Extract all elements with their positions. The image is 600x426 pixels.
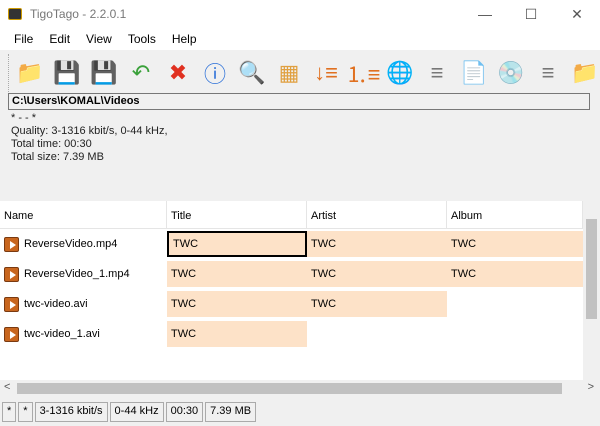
save-all-button[interactable]: 💾 bbox=[89, 58, 119, 88]
save-icon: 💾 bbox=[53, 60, 81, 85]
column-header-name[interactable]: Name bbox=[0, 201, 167, 228]
status-time: 00:30 bbox=[165, 402, 204, 422]
scroll-right-arrow[interactable]: > bbox=[588, 381, 594, 393]
total-time-text: Total time: 00:30 bbox=[11, 138, 92, 150]
status-size: 7.39 MB bbox=[205, 402, 257, 422]
web-tags-icon: 🌐 bbox=[386, 60, 414, 85]
web-tags-button[interactable]: 🌐 bbox=[385, 58, 415, 88]
info-button[interactable]: ⓘ bbox=[200, 58, 230, 88]
album-cell[interactable]: TWC bbox=[447, 231, 583, 257]
file-name: ReverseVideo_1.mp4 bbox=[24, 268, 130, 280]
video-file-icon bbox=[4, 326, 19, 342]
horizontal-scrollbar[interactable]: < > bbox=[0, 380, 600, 397]
file-name: ReverseVideo.mp4 bbox=[24, 238, 118, 250]
file-name: twc-video.avi bbox=[24, 298, 88, 310]
close-button[interactable]: ✕ bbox=[554, 0, 600, 28]
tags-from-text-button[interactable]: 📄 bbox=[459, 58, 489, 88]
title-cell[interactable]: TWC bbox=[167, 231, 307, 257]
summary-info: * - - * Quality: 3-1316 kbit/s, 0-44 kHz… bbox=[11, 112, 168, 164]
file-list: Name Title Artist Album ReverseVideo.mp4… bbox=[0, 201, 583, 380]
status-field: * bbox=[18, 402, 33, 422]
artist-cell[interactable]: TWC bbox=[307, 261, 447, 287]
tags-from-list-button[interactable]: ≡ bbox=[422, 58, 452, 88]
album-cell[interactable] bbox=[447, 321, 583, 347]
numbered-list-button[interactable]: ⒈≡ bbox=[345, 58, 381, 88]
tags-to-list-button[interactable]: ≡ bbox=[533, 58, 563, 88]
tags-from-text-icon: 📄 bbox=[460, 60, 488, 85]
menu-tools[interactable]: Tools bbox=[120, 32, 164, 46]
save-button[interactable]: 💾 bbox=[52, 58, 82, 88]
tags-from-cd-icon: 💿 bbox=[497, 60, 525, 85]
file-name-cell[interactable]: ReverseVideo.mp4 bbox=[0, 231, 167, 257]
sort-list-button[interactable]: ↓≡ bbox=[311, 58, 341, 88]
total-size-text: Total size: 7.39 MB bbox=[11, 151, 104, 163]
open-folder-icon: 📁 bbox=[16, 60, 44, 85]
artist-cell[interactable]: TWC bbox=[307, 291, 447, 317]
folder-tags-button[interactable]: 📁 bbox=[570, 58, 600, 88]
delete-button[interactable]: ✖ bbox=[163, 58, 193, 88]
vertical-scroll-thumb[interactable] bbox=[586, 219, 597, 319]
tags-from-cd-button[interactable]: 💿 bbox=[496, 58, 526, 88]
menu-file[interactable]: File bbox=[6, 32, 41, 46]
toolbar: 📁 💾 💾 ↶ ✖ ⓘ 🔍 ▦ ↓≡ ⒈≡ 🌐 ≡ 📄 💿 ≡ 📁 bbox=[8, 54, 600, 92]
minimize-button[interactable]: — bbox=[462, 0, 508, 28]
status-bar: * * 3-1316 kbit/s 0-44 kHz 00:30 7.39 MB bbox=[2, 402, 257, 422]
find-edit-icon: 🔍 bbox=[238, 60, 266, 85]
status-field: * bbox=[2, 402, 17, 422]
find-edit-button[interactable]: 🔍 bbox=[237, 58, 267, 88]
file-name-cell[interactable]: twc-video.avi bbox=[0, 291, 167, 317]
menu-edit[interactable]: Edit bbox=[41, 32, 78, 46]
undo-button[interactable]: ↶ bbox=[126, 58, 156, 88]
file-name-cell[interactable]: ReverseVideo_1.mp4 bbox=[0, 261, 167, 287]
info-icon: ⓘ bbox=[203, 62, 226, 87]
open-folder-button[interactable]: 📁 bbox=[15, 58, 45, 88]
table-row[interactable]: ReverseVideo.mp4 TWC TWC TWC bbox=[0, 229, 583, 259]
table-row[interactable]: ReverseVideo_1.mp4 TWC TWC TWC bbox=[0, 259, 583, 289]
column-header-title[interactable]: Title bbox=[167, 201, 307, 228]
video-file-icon bbox=[4, 236, 19, 252]
horizontal-scroll-thumb[interactable] bbox=[17, 383, 562, 394]
artist-cell[interactable]: TWC bbox=[307, 231, 447, 257]
app-icon bbox=[8, 8, 22, 20]
columns-button[interactable]: ▦ bbox=[274, 58, 304, 88]
status-frequency: 0-44 kHz bbox=[109, 402, 164, 422]
numbered-list-icon: ⒈≡ bbox=[345, 62, 381, 87]
maximize-button[interactable]: ☐ bbox=[508, 0, 554, 28]
menu-view[interactable]: View bbox=[78, 32, 120, 46]
columns-icon: ▦ bbox=[278, 60, 300, 85]
menu-help[interactable]: Help bbox=[164, 32, 205, 46]
video-file-icon bbox=[4, 296, 19, 312]
album-cell[interactable] bbox=[447, 291, 583, 317]
file-name-cell[interactable]: twc-video_1.avi bbox=[0, 321, 167, 347]
column-header-artist[interactable]: Artist bbox=[307, 201, 447, 228]
title-cell[interactable]: TWC bbox=[167, 261, 307, 287]
title-cell[interactable]: TWC bbox=[167, 321, 307, 347]
artist-cell[interactable] bbox=[307, 321, 447, 347]
column-header-album[interactable]: Album bbox=[447, 201, 583, 228]
sort-list-icon: ↓≡ bbox=[314, 60, 338, 85]
table-row[interactable]: twc-video_1.avi TWC bbox=[0, 319, 583, 349]
scroll-left-arrow[interactable]: < bbox=[4, 381, 10, 393]
tags-to-list-icon: ≡ bbox=[541, 60, 555, 85]
window-title: TigoTago - 2.2.0.1 bbox=[30, 7, 127, 21]
save-all-icon: 💾 bbox=[90, 60, 118, 85]
album-cell[interactable]: TWC bbox=[447, 261, 583, 287]
delete-icon: ✖ bbox=[168, 60, 188, 85]
quality-text: Quality: 3-1316 kbit/s, 0-44 kHz, bbox=[11, 125, 168, 137]
file-name: twc-video_1.avi bbox=[24, 328, 100, 340]
folder-tags-icon: 📁 bbox=[571, 60, 599, 85]
video-file-icon bbox=[4, 266, 19, 282]
title-bar: TigoTago - 2.2.0.1 — ☐ ✕ bbox=[0, 0, 600, 28]
tags-from-list-icon: ≡ bbox=[430, 60, 444, 85]
menu-bar: File Edit View Tools Help bbox=[0, 28, 600, 50]
title-cell[interactable]: TWC bbox=[167, 291, 307, 317]
info-placeholder: * - - * bbox=[11, 112, 37, 124]
folder-path-field[interactable]: C:\Users\KOMAL\Videos bbox=[8, 93, 590, 110]
vertical-scrollbar[interactable] bbox=[583, 201, 600, 380]
status-bitrate: 3-1316 kbit/s bbox=[34, 402, 108, 422]
list-header: Name Title Artist Album bbox=[0, 201, 583, 229]
undo-icon: ↶ bbox=[131, 60, 151, 85]
table-row[interactable]: twc-video.avi TWC TWC bbox=[0, 289, 583, 319]
